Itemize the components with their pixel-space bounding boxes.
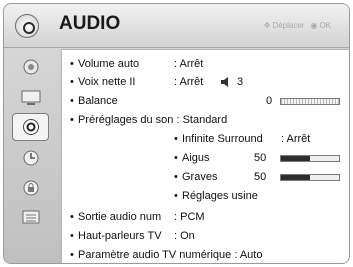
lock-icon [23,180,38,196]
sound-preset-label: Préréglages du son : Standard [78,114,228,126]
sidebar-item-audio[interactable] [12,113,49,141]
sidebar [4,49,59,263]
sidebar-item-lock[interactable] [12,174,49,202]
digital-audio-out-value: : PCM [174,211,205,223]
hint-ok-label: OK [319,21,331,30]
audio-icon [22,119,39,135]
sidebar-item-time[interactable] [12,144,49,172]
factory-reset-label: Réglages usine [182,190,258,202]
volume-auto-label: Volume auto [78,58,140,70]
infinite-surround-label: Infinite Surround [182,133,263,145]
menu-item-sound-preset[interactable]: • Préréglages du son : Standard [70,114,227,127]
picture-icon [23,59,38,75]
balance-value: 0 [266,95,273,107]
menu-header: AUDIO ✥ Déplacer ◉ OK [4,4,349,48]
digital-tv-audio-label: Paramètre audio TV numérique : Auto [78,249,263,261]
aigus-label: Aigus [182,152,210,164]
voix-nette-value: : Arrêt [174,76,204,88]
graves-value: 50 [254,171,267,183]
balance-slider[interactable] [280,98,340,105]
menu-item-factory-reset[interactable]: • Réglages usine [174,190,258,203]
graves-label: Graves [182,171,218,183]
aigus-value: 50 [254,152,267,164]
tv-speakers-label: Haut-parleurs TV [78,230,162,242]
menu-item-tv-speakers[interactable]: • Haut-parleurs TV [70,230,162,243]
menu-item-balance[interactable]: • Balance [70,95,118,108]
clock-icon [23,150,38,166]
sidebar-item-options[interactable] [12,203,49,231]
aigus-slider[interactable] [280,155,340,162]
volume-auto-value: : Arrêt [174,58,204,70]
menu-item-volume-auto[interactable]: • Volume auto [70,58,139,71]
aigus-slider-fill [281,156,310,161]
menu-item-infinite-surround[interactable]: • Infinite Surround [174,133,263,146]
audio-icon [15,14,39,38]
menu-item-digital-tv-audio[interactable]: • Paramètre audio TV numérique : Auto [70,249,262,262]
graves-slider-fill [281,175,310,180]
sidebar-item-picture[interactable] [12,53,49,81]
sidebar-item-display[interactable] [12,84,49,112]
menu-item-aigus[interactable]: • Aigus [174,152,210,165]
page-title: AUDIO [59,13,121,34]
voix-nette-level: 3 [237,76,244,88]
menu-item-digital-audio-out[interactable]: • Sortie audio num [70,211,161,224]
menu-item-graves[interactable]: • Graves [174,171,217,184]
navigation-hint: ✥ Déplacer ◉ OK [264,21,331,30]
audio-settings-panel: • Volume auto : Arrêt • Voix nette II : Ar… [61,49,349,263]
menu-item-voix-nette[interactable]: • Voix nette II [70,76,135,89]
infinite-surround-value: : Arrêt [281,133,311,145]
tv-speakers-value: : On [174,230,195,242]
move-arrows-icon: ✥ [263,21,271,30]
audio-menu-window: AUDIO ✥ Déplacer ◉ OK • Volume auto: Ar… [3,3,350,264]
graves-slider[interactable] [280,174,340,181]
voix-nette-label: Voix nette II [78,76,136,88]
hint-move-label: Déplacer [272,21,305,30]
ok-button-icon: ◉ [310,21,318,30]
digital-audio-out-label: Sortie audio num [78,211,162,223]
balance-label: Balance [78,95,118,107]
voice-icon [221,77,228,87]
options-icon [22,210,39,224]
display-icon [21,90,40,105]
